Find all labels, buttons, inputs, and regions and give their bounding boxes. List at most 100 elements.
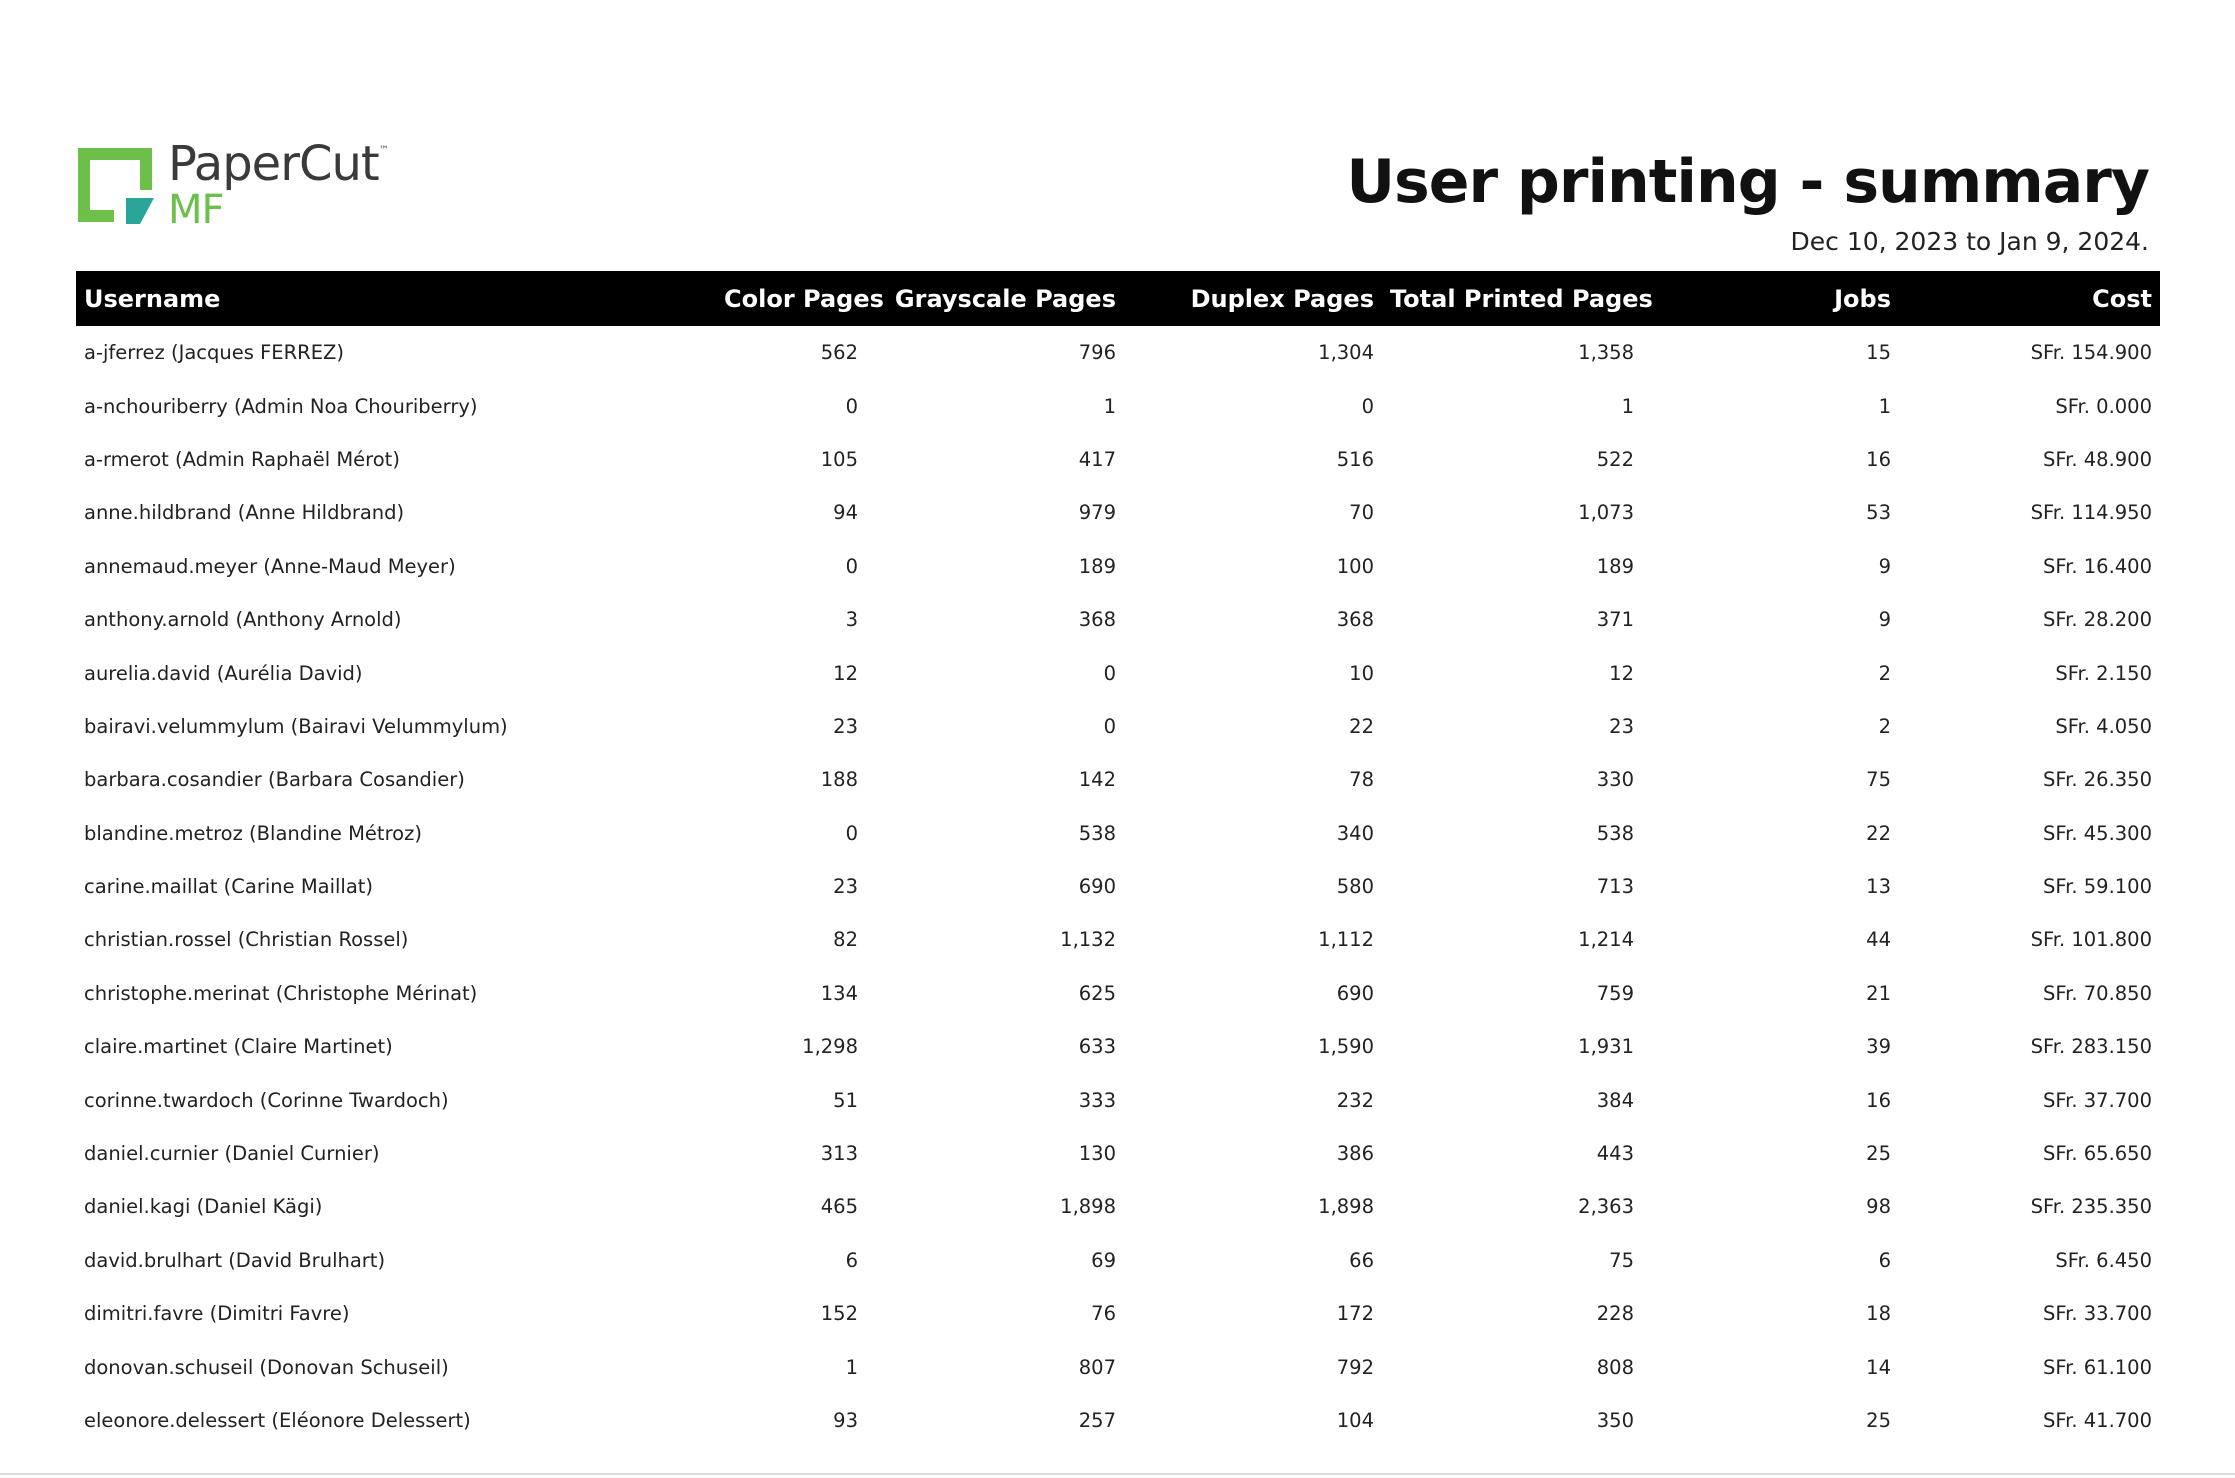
logo-brand-name: PaperCut™ — [168, 136, 389, 192]
cell-color-pages: 1 — [845, 1355, 858, 1379]
cell-grayscale-pages: 257 — [1078, 1409, 1116, 1432]
cell-username: donovan.schuseil (Donovan Schuseil) — [84, 1355, 449, 1379]
cell-color-pages: 6 — [845, 1248, 858, 1272]
table-row: christian.rossel (Christian Rossel) 82 1,1… — [76, 913, 2160, 966]
cell-cost: SFr. 4.050 — [2055, 714, 2152, 738]
table-row: anthony.arnold (Anthony Arnold) 3 368 368 37… — [76, 593, 2160, 646]
cell-total-printed-pages: 713 — [1596, 875, 1634, 899]
cell-grayscale-pages: 979 — [1078, 501, 1116, 525]
cell-color-pages: 1,298 — [802, 1035, 858, 1059]
cell-total-printed-pages: 371 — [1596, 608, 1634, 632]
report-title: User printing - summary — [1346, 147, 2150, 217]
cell-cost: SFr. 61.100 — [2042, 1355, 2152, 1379]
cell-cost: SFr. 48.900 — [2042, 447, 2152, 471]
cell-username: annemaud.meyer (Anne-Maud Meyer) — [84, 554, 456, 578]
cell-grayscale-pages: 368 — [1078, 608, 1116, 632]
cell-color-pages: 313 — [820, 1142, 858, 1166]
cell-grayscale-pages: 690 — [1078, 875, 1116, 899]
cell-color-pages: 0 — [845, 821, 858, 845]
cell-jobs: 16 — [1866, 447, 1891, 471]
header-jobs: Jobs — [1834, 284, 1891, 313]
table-row: claire.martinet (Claire Martinet) 1,298 63… — [76, 1020, 2160, 1073]
logo-brand-sub: MF — [168, 187, 225, 233]
cell-total-printed-pages: 2,363 — [1578, 1195, 1634, 1219]
cell-jobs: 18 — [1866, 1302, 1891, 1326]
cell-total-printed-pages: 759 — [1596, 981, 1634, 1005]
table-row: a-jferrez (Jacques FERREZ) 562 796 1,304 1,3… — [76, 326, 2160, 379]
table-row: blandine.metroz (Blandine Métroz) 0 538 340… — [76, 807, 2160, 860]
cell-jobs: 1 — [1878, 394, 1891, 418]
cell-grayscale-pages: 1,898 — [1060, 1195, 1116, 1219]
cell-color-pages: 12 — [833, 661, 858, 685]
cell-cost: SFr. 235.350 — [2030, 1195, 2152, 1219]
table-row: daniel.curnier (Daniel Curnier) 313 130 386… — [76, 1127, 2160, 1180]
cell-cost: SFr. 114.950 — [2030, 501, 2152, 525]
header-username: Username — [84, 284, 221, 313]
cell-color-pages: 94 — [833, 501, 858, 525]
table-row: bairavi.velummylum (Bairavi Velummylum) 2… — [76, 700, 2160, 753]
papercut-logo-mark-icon — [78, 148, 154, 224]
cell-duplex-pages: 1,590 — [1318, 1035, 1374, 1059]
cell-duplex-pages: 100 — [1336, 554, 1374, 578]
cell-grayscale-pages: 1,132 — [1060, 928, 1116, 952]
cell-cost: SFr. 154.900 — [2030, 341, 2152, 365]
cell-jobs: 6 — [1878, 1248, 1891, 1272]
cell-color-pages: 465 — [820, 1195, 858, 1219]
table-row: aurelia.david (Aurélia David) 12 0 10 12 2 SFr… — [76, 646, 2160, 699]
cell-jobs: 21 — [1866, 981, 1891, 1005]
cell-color-pages: 188 — [820, 768, 858, 792]
cell-duplex-pages: 78 — [1349, 768, 1374, 792]
cell-grayscale-pages: 189 — [1078, 554, 1116, 578]
cell-total-printed-pages: 12 — [1609, 661, 1634, 685]
cell-color-pages: 134 — [820, 981, 858, 1005]
cell-grayscale-pages: 796 — [1078, 341, 1116, 365]
cell-grayscale-pages: 333 — [1078, 1088, 1116, 1112]
cell-username: christophe.merinat (Christophe Mérinat) — [84, 981, 478, 1005]
cell-username: anne.hildbrand (Anne Hildbrand) — [84, 501, 405, 525]
cell-username: dimitri.favre (Dimitri Favre) — [84, 1302, 350, 1326]
cell-cost: SFr. 26.350 — [2042, 768, 2152, 792]
cell-total-printed-pages: 443 — [1596, 1142, 1634, 1166]
cell-jobs: 22 — [1866, 821, 1891, 845]
cell-duplex-pages: 104 — [1336, 1409, 1374, 1432]
table-body: a-jferrez (Jacques FERREZ) 562 796 1,304 1,3… — [76, 326, 2160, 1447]
header-cost: Cost — [2092, 284, 2152, 313]
cell-jobs: 44 — [1866, 928, 1891, 952]
cell-total-printed-pages: 228 — [1596, 1302, 1634, 1326]
cell-total-printed-pages: 1,358 — [1578, 341, 1634, 365]
table-row: a-rmerot (Admin Raphaël Mérot) 105 417 516 5… — [76, 433, 2160, 486]
cell-duplex-pages: 340 — [1336, 821, 1374, 845]
cell-cost: SFr. 70.850 — [2042, 981, 2152, 1005]
cell-grayscale-pages: 538 — [1078, 821, 1116, 845]
cell-jobs: 13 — [1866, 875, 1891, 899]
cell-grayscale-pages: 633 — [1078, 1035, 1116, 1059]
table-row: donovan.schuseil (Donovan Schuseil) 1 807 7… — [76, 1340, 2160, 1393]
header-grayscale-pages: Grayscale Pages — [894, 284, 1116, 313]
footer-divider — [0, 1473, 2235, 1475]
table-row: daniel.kagi (Daniel Kägi) 465 1,898 1,898 2,… — [76, 1180, 2160, 1233]
table-row: eleonore.delessert (Eléonore Delessert) 9… — [76, 1394, 2160, 1447]
cell-cost: SFr. 6.450 — [2055, 1248, 2152, 1272]
cell-duplex-pages: 1,112 — [1318, 928, 1374, 952]
cell-username: christian.rossel (Christian Rossel) — [84, 928, 409, 952]
cell-jobs: 15 — [1866, 341, 1891, 365]
cell-jobs: 25 — [1866, 1409, 1891, 1432]
cell-total-printed-pages: 189 — [1596, 554, 1634, 578]
report-date-range: Dec 10, 2023 to Jan 9, 2024. — [1790, 227, 2150, 256]
table-header-row: Username Color Pages Grayscale Pages Dup… — [76, 271, 2160, 326]
cell-jobs: 9 — [1878, 608, 1891, 632]
cell-jobs: 9 — [1878, 554, 1891, 578]
cell-color-pages: 51 — [833, 1088, 858, 1112]
table-row: dimitri.favre (Dimitri Favre) 152 76 172 228… — [76, 1287, 2160, 1340]
cell-duplex-pages: 172 — [1336, 1302, 1374, 1326]
cell-color-pages: 82 — [833, 928, 858, 952]
cell-color-pages: 23 — [833, 714, 858, 738]
cell-jobs: 39 — [1866, 1035, 1891, 1059]
cell-duplex-pages: 1,898 — [1318, 1195, 1374, 1219]
cell-color-pages: 152 — [820, 1302, 858, 1326]
cell-cost: SFr. 45.300 — [2042, 821, 2152, 845]
cell-duplex-pages: 0 — [1361, 394, 1374, 418]
cell-cost: SFr. 101.800 — [2030, 928, 2152, 952]
cell-jobs: 53 — [1866, 501, 1891, 525]
cell-duplex-pages: 690 — [1336, 981, 1374, 1005]
